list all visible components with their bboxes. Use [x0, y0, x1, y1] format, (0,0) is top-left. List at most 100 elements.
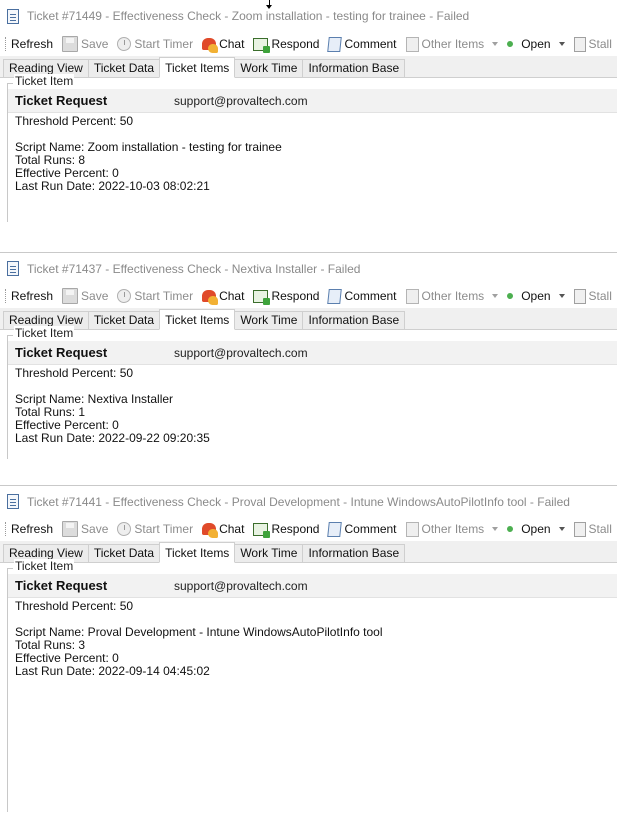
respond-label: Respond: [271, 289, 320, 303]
chat-button[interactable]: Chat: [202, 522, 245, 538]
threshold-percent: Threshold Percent: 50: [15, 114, 134, 128]
tab-ticket-data[interactable]: Ticket Data: [87, 311, 161, 329]
refresh-label: Refresh: [11, 522, 54, 536]
open-label: Open: [521, 37, 551, 51]
other-items-icon: [405, 288, 419, 304]
toolbar-grip[interactable]: [5, 289, 6, 303]
ticket-document-icon: [7, 261, 19, 276]
requester-email: support@provaltech.com: [174, 578, 308, 593]
respond-button[interactable]: Respond: [253, 289, 320, 305]
save-label: Save: [81, 37, 109, 51]
window-titlebar[interactable]: Ticket #71441 - Effectiveness Check - Pr…: [0, 485, 617, 517]
chat-button[interactable]: Chat: [202, 37, 244, 53]
chat-label: Chat: [219, 522, 245, 536]
threshold-percent: Threshold Percent: 50: [15, 599, 134, 613]
stall-button[interactable]: Stall: [573, 521, 612, 537]
comment-button[interactable]: Comment: [327, 288, 397, 304]
ticket-document-icon: [7, 494, 19, 509]
other-items-label: Other Items: [421, 289, 485, 303]
chat-icon: [202, 523, 219, 538]
refresh-label: Refresh: [11, 289, 54, 303]
ticket-item-body: Threshold Percent: 50 Script Name: Zoom …: [15, 115, 282, 193]
ticket-item-group: Ticket Item Ticket Request support@prova…: [4, 559, 617, 812]
start-timer-label: Start Timer: [134, 522, 194, 536]
save-button[interactable]: Save: [62, 288, 108, 304]
window-titlebar[interactable]: Ticket #71449 - Effectiveness Check - Zo…: [0, 0, 617, 32]
stall-button[interactable]: Stall: [573, 288, 612, 304]
ticket-items-panel: Ticket Item Ticket Request support@prova…: [0, 559, 617, 812]
ticket-window-71449: Ticket #71449 - Effectiveness Check - Zo…: [0, 0, 617, 252]
tab-ticket-data[interactable]: Ticket Data: [87, 59, 161, 77]
comment-button[interactable]: Comment: [327, 36, 397, 52]
tab-information-base[interactable]: Information Base: [302, 59, 406, 77]
requester-email: support@provaltech.com: [174, 93, 308, 108]
other-items-button[interactable]: Other Items: [405, 288, 499, 304]
group-label: Ticket Item: [14, 74, 75, 88]
ticket-item-header: Ticket Request support@provaltech.com: [8, 89, 617, 113]
tab-work-time[interactable]: Work Time: [234, 544, 304, 562]
timer-icon: [117, 289, 132, 303]
other-items-button[interactable]: Other Items: [405, 521, 499, 537]
ticket-toolbar: Refresh Save Start Timer Chat Respond Co…: [0, 517, 617, 541]
respond-icon: [253, 289, 271, 305]
save-label: Save: [81, 522, 109, 536]
refresh-button[interactable]: Refresh: [11, 37, 53, 51]
tab-work-time[interactable]: Work Time: [234, 59, 304, 77]
ticket-request-label: Ticket Request: [15, 93, 108, 108]
toolbar-grip[interactable]: [5, 522, 6, 536]
save-icon: [62, 36, 79, 52]
other-items-button[interactable]: Other Items: [405, 36, 499, 52]
group-border: [7, 568, 8, 812]
respond-icon: [253, 522, 271, 538]
refresh-button[interactable]: Refresh: [11, 522, 53, 536]
toolbar-grip[interactable]: [5, 37, 6, 51]
start-timer-label: Start Timer: [134, 289, 194, 303]
start-timer-button[interactable]: Start Timer: [117, 289, 193, 303]
stall-label: Stall: [588, 289, 612, 303]
start-timer-button[interactable]: Start Timer: [117, 522, 193, 536]
timer-icon: [117, 37, 132, 51]
respond-button[interactable]: Respond: [253, 522, 319, 538]
last-run-date: Last Run Date: 2022-09-22 09:20:35: [15, 431, 210, 445]
tab-work-time[interactable]: Work Time: [234, 311, 304, 329]
save-button[interactable]: Save: [62, 521, 108, 537]
open-status-dropdown[interactable]: Open: [507, 289, 565, 303]
timer-icon: [117, 522, 132, 536]
window-titlebar[interactable]: Ticket #71437 - Effectiveness Check - Ne…: [0, 252, 617, 284]
tab-information-base[interactable]: Information Base: [302, 311, 406, 329]
refresh-label: Refresh: [11, 37, 54, 51]
last-run-date: Last Run Date: 2022-09-14 04:45:02: [15, 664, 210, 678]
ticket-tabs: Reading View Ticket Data Ticket Items Wo…: [0, 308, 617, 330]
save-button[interactable]: Save: [62, 36, 108, 52]
open-label: Open: [521, 522, 551, 536]
stall-button[interactable]: Stall: [573, 36, 612, 52]
chat-button[interactable]: Chat: [202, 289, 244, 305]
comment-label: Comment: [344, 289, 397, 303]
chevron-down-icon: [558, 294, 565, 298]
chevron-down-icon: [558, 42, 565, 46]
open-status-dropdown[interactable]: Open: [507, 522, 565, 536]
comment-label: Comment: [344, 37, 397, 51]
refresh-button[interactable]: Refresh: [11, 289, 53, 303]
mouse-cursor-icon: [266, 0, 273, 10]
stall-label: Stall: [588, 37, 612, 51]
status-dot-icon: [507, 293, 514, 299]
ticket-tabs: Reading View Ticket Data Ticket Items Wo…: [0, 541, 617, 563]
start-timer-button[interactable]: Start Timer: [117, 37, 193, 51]
open-status-dropdown[interactable]: Open: [507, 37, 565, 51]
chevron-down-icon: [492, 527, 499, 531]
window-title: Ticket #71449 - Effectiveness Check - Zo…: [27, 9, 470, 23]
tab-ticket-items[interactable]: Ticket Items: [159, 542, 236, 563]
tab-ticket-items[interactable]: Ticket Items: [159, 309, 236, 330]
requester-email: support@provaltech.com: [174, 345, 308, 360]
chevron-down-icon: [492, 42, 499, 46]
status-dot-icon: [507, 41, 514, 47]
comment-button[interactable]: Comment: [327, 521, 397, 537]
tab-information-base[interactable]: Information Base: [302, 544, 406, 562]
save-icon: [62, 288, 79, 304]
tab-ticket-items[interactable]: Ticket Items: [159, 57, 236, 78]
respond-button[interactable]: Respond: [253, 37, 319, 53]
ticket-window-71437: Ticket #71437 - Effectiveness Check - Ne…: [0, 252, 617, 485]
ticket-items-panel: Ticket Item Ticket Request support@prova…: [0, 326, 617, 459]
tab-ticket-data[interactable]: Ticket Data: [87, 544, 161, 562]
